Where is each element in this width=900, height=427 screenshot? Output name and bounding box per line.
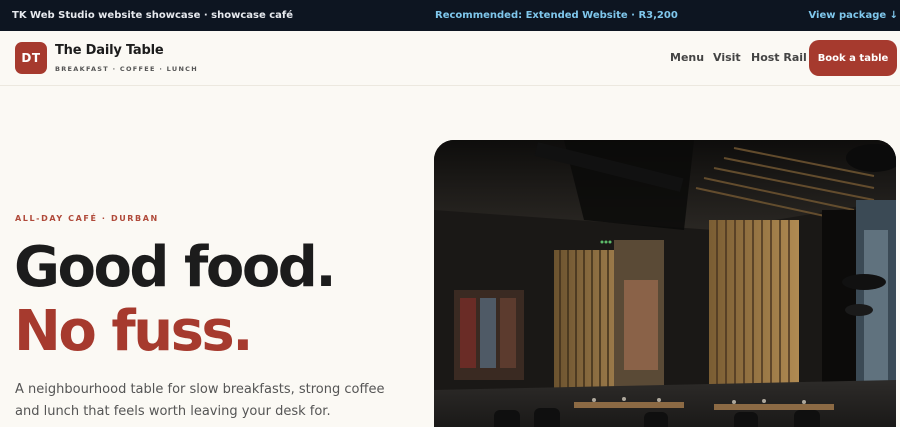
hero-lead-text: A neighbourhood table for slow breakfast… bbox=[15, 382, 385, 419]
brand-name[interactable]: The Daily Table bbox=[55, 43, 164, 58]
announcement-bar: TK Web Studio website showcase · showcas… bbox=[0, 0, 900, 31]
hero-headline-line-2: No fuss. bbox=[14, 299, 254, 364]
site-header: DT The Daily Table BREAKFAST · COFFEE · … bbox=[0, 31, 900, 86]
restaurant-interior-photo bbox=[434, 140, 896, 427]
brand-tagline: BREAKFAST · COFFEE · LUNCH bbox=[55, 65, 198, 73]
nav-menu-link[interactable]: Menu bbox=[670, 51, 704, 64]
brand-logo[interactable]: DT bbox=[15, 42, 47, 74]
nav-visit-link[interactable]: Visit bbox=[713, 51, 741, 64]
recommended-package-link[interactable]: Recommended: Extended Website · R3,200 bbox=[435, 10, 678, 21]
showcase-label: TK Web Studio website showcase · showcas… bbox=[12, 10, 294, 21]
hero-eyebrow: ALL-DAY CAFÉ · DURBAN bbox=[15, 214, 159, 223]
view-package-link[interactable]: View package ↓ bbox=[808, 10, 898, 21]
restaurant-interior-illustration bbox=[434, 140, 896, 427]
hero-headline-line-1: Good food. bbox=[14, 235, 337, 300]
book-table-button[interactable]: Book a table bbox=[809, 40, 897, 76]
nav-host-rail-link[interactable]: Host Rail bbox=[751, 51, 807, 64]
